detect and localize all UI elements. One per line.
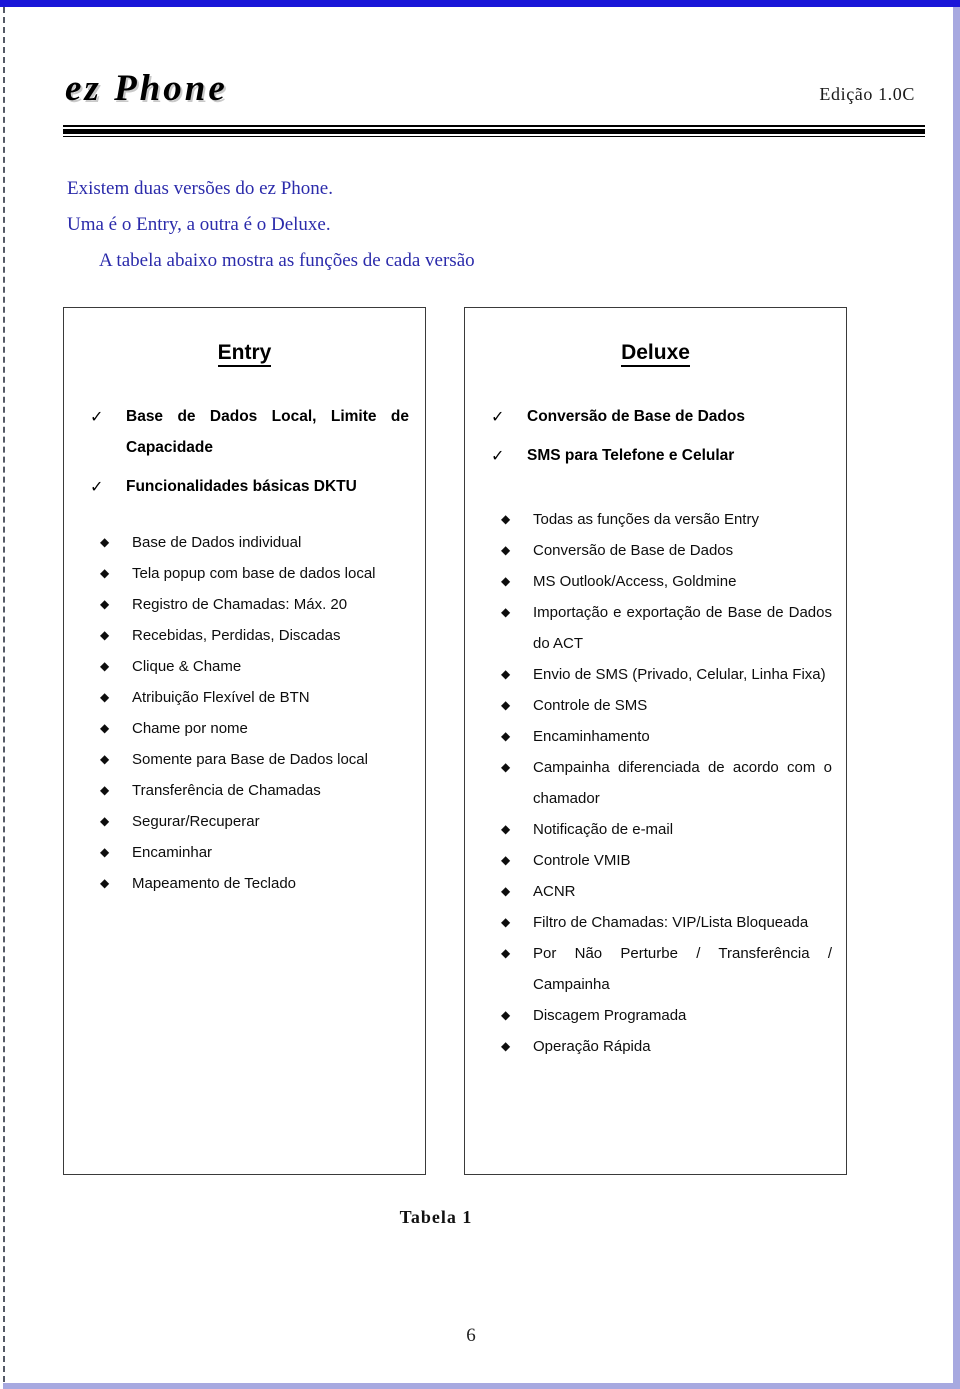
intro-line-1: Existem duas versões do ez Phone.: [67, 178, 333, 199]
list-item: SMS para Telefone e Celular: [483, 440, 830, 471]
viewer-scrollbar-bottom[interactable]: [3, 1383, 960, 1389]
deluxe-column-box: Deluxe Conversão de Base de Dados SMS pa…: [464, 307, 847, 1175]
header-divider-rule: [63, 125, 925, 137]
list-item: Segurar/Recuperar: [94, 806, 411, 837]
document-header: ez Phone Edição 1.0C: [65, 67, 915, 125]
list-item: Base de Dados individual: [94, 527, 411, 558]
deluxe-heading-text: Deluxe: [621, 341, 690, 367]
entry-column-box: Entry Base de Dados Local, Limite de Cap…: [63, 307, 426, 1175]
intro-paragraph: Existem duas versões do ez Phone. Uma é …: [67, 171, 707, 279]
page-number: 6: [466, 1325, 476, 1346]
list-item: Chame por nome: [94, 713, 411, 744]
list-item: Campainha diferenciada de acordo com o c…: [495, 752, 832, 814]
list-item: Operação Rápida: [495, 1031, 832, 1062]
list-item: Base de Dados Local, Limite de Capacidad…: [82, 401, 409, 463]
header-rule-line-3: [63, 136, 925, 137]
table-caption: Tabela 1: [399, 1207, 473, 1227]
list-item: Funcionalidades básicas DKTU: [82, 471, 409, 502]
list-item: Controle de SMS: [495, 690, 832, 721]
viewer-scrollbar-right[interactable]: [953, 7, 960, 1389]
intro-line-3: A tabela abaixo mostra as funções de cad…: [99, 250, 475, 271]
list-item: Transferência de Chamadas: [94, 775, 411, 806]
deluxe-feature-list: Todas as funções da versão Entry Convers…: [465, 504, 846, 1062]
list-item: Conversão de Base de Dados: [483, 401, 830, 432]
list-item: Somente para Base de Dados local: [94, 744, 411, 775]
page-left-dashed-edge: [3, 7, 5, 1382]
deluxe-check-list: Conversão de Base de Dados SMS para Tele…: [465, 401, 846, 471]
list-item: Encaminhar: [94, 837, 411, 868]
header-rule-line-2: [63, 129, 925, 134]
document-page: ez Phone Edição 1.0C Existem duas versõe…: [9, 7, 953, 1383]
list-item: Controle VMIB: [495, 845, 832, 876]
list-item: Notificação de e-mail: [495, 814, 832, 845]
list-item: Mapeamento de Teclado: [94, 868, 411, 899]
list-item: Discagem Programada: [495, 1000, 832, 1031]
list-item: Por Não Perturbe / Transferência / Campa…: [495, 938, 832, 1000]
version-comparison-table: Entry Base de Dados Local, Limite de Cap…: [9, 307, 953, 1177]
list-item: Conversão de Base de Dados: [495, 535, 832, 566]
viewer-top-bar: [0, 0, 960, 7]
list-item: Clique & Chame: [94, 651, 411, 682]
list-item: Encaminhamento: [495, 721, 832, 752]
brand-title: ez Phone: [65, 68, 228, 109]
list-item: Todas as funções da versão Entry: [495, 504, 832, 535]
entry-column-heading: Entry: [64, 341, 425, 367]
list-item: MS Outlook/Access, Goldmine: [495, 566, 832, 597]
document-viewer: ez Phone Edição 1.0C Existem duas versõe…: [0, 0, 960, 1389]
list-item: Filtro de Chamadas: VIP/Lista Bloqueada: [495, 907, 832, 938]
list-item: Tela popup com base de dados local: [94, 558, 411, 589]
list-item: Atribuição Flexível de BTN: [94, 682, 411, 713]
header-rule-line-1: [63, 125, 925, 127]
entry-heading-text: Entry: [217, 341, 272, 367]
list-item: Recebidas, Perdidas, Discadas: [94, 620, 411, 651]
edition-label: Edição 1.0C: [819, 84, 915, 104]
list-item: Registro de Chamadas: Máx. 20: [94, 589, 411, 620]
list-item: Envio de SMS (Privado, Celular, Linha Fi…: [495, 659, 832, 690]
entry-feature-list: Base de Dados individual Tela popup com …: [64, 527, 425, 899]
deluxe-column-heading: Deluxe: [465, 341, 846, 367]
list-item: Importação e exportação de Base de Dados…: [495, 597, 832, 659]
intro-line-2: Uma é o Entry, a outra é o Deluxe.: [67, 214, 331, 235]
list-item: ACNR: [495, 876, 832, 907]
entry-check-list: Base de Dados Local, Limite de Capacidad…: [64, 401, 425, 502]
